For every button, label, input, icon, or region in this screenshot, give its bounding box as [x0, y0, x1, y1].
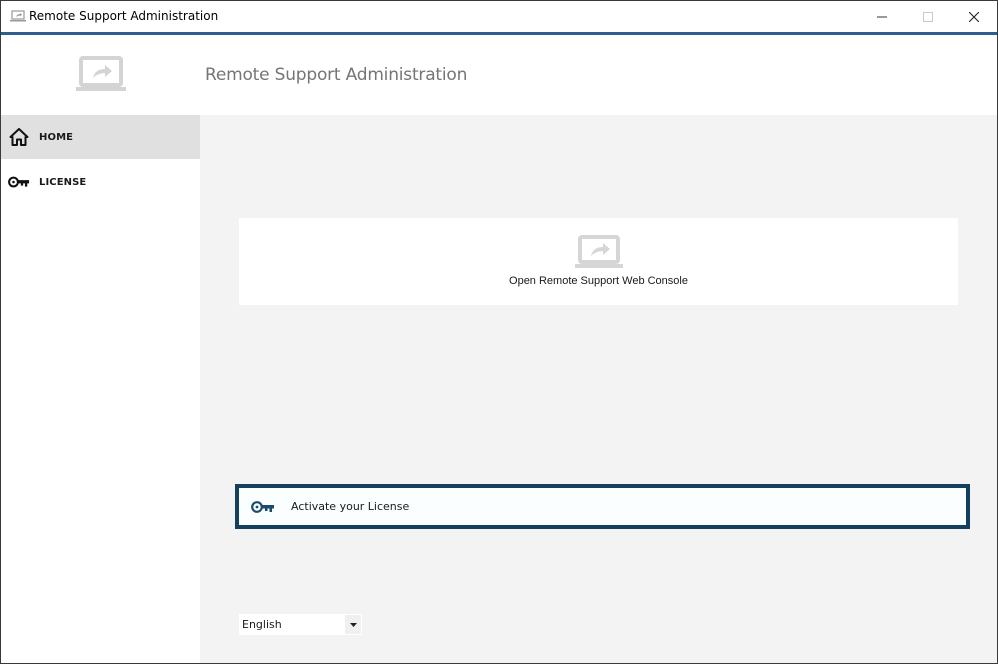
key-icon [8, 173, 30, 191]
laptop-share-icon [574, 235, 623, 268]
open-web-console-label: Open Remote Support Web Console [509, 275, 688, 287]
sidebar-item-license[interactable]: LICENSE [1, 160, 200, 204]
sidebar-item-label: HOME [39, 131, 74, 143]
chevron-down-icon [349, 622, 357, 627]
window-title: Remote Support Administration [29, 9, 219, 23]
close-icon [969, 11, 979, 22]
title-bar[interactable]: Remote Support Administration [1, 1, 997, 32]
activate-license-label: Activate your License [291, 500, 410, 513]
open-web-console-button[interactable]: Open Remote Support Web Console [239, 218, 958, 305]
maximize-button[interactable] [905, 1, 951, 32]
minimize-button[interactable] [859, 1, 905, 32]
app-header: Remote Support Administration [1, 35, 997, 115]
page-title: Remote Support Administration [205, 65, 468, 85]
laptop-share-icon [76, 56, 126, 91]
sidebar-item-home[interactable]: HOME [1, 115, 200, 159]
maximize-icon [923, 11, 933, 22]
key-icon [250, 499, 276, 515]
language-value: English [242, 618, 282, 631]
minimize-icon [877, 16, 887, 17]
main-content: Open Remote Support Web Console Activate… [200, 115, 997, 663]
app-window: Remote Support Administration Remote Sup… [0, 0, 998, 664]
sidebar: HOME LICENSE [1, 115, 200, 663]
sidebar-item-label: LICENSE [39, 176, 87, 188]
app-icon [10, 10, 26, 22]
language-select[interactable]: English [239, 614, 362, 635]
activate-license-button[interactable]: Activate your License [235, 484, 970, 529]
dropdown-button[interactable] [345, 615, 361, 634]
close-button[interactable] [951, 1, 997, 32]
home-icon [8, 128, 30, 146]
